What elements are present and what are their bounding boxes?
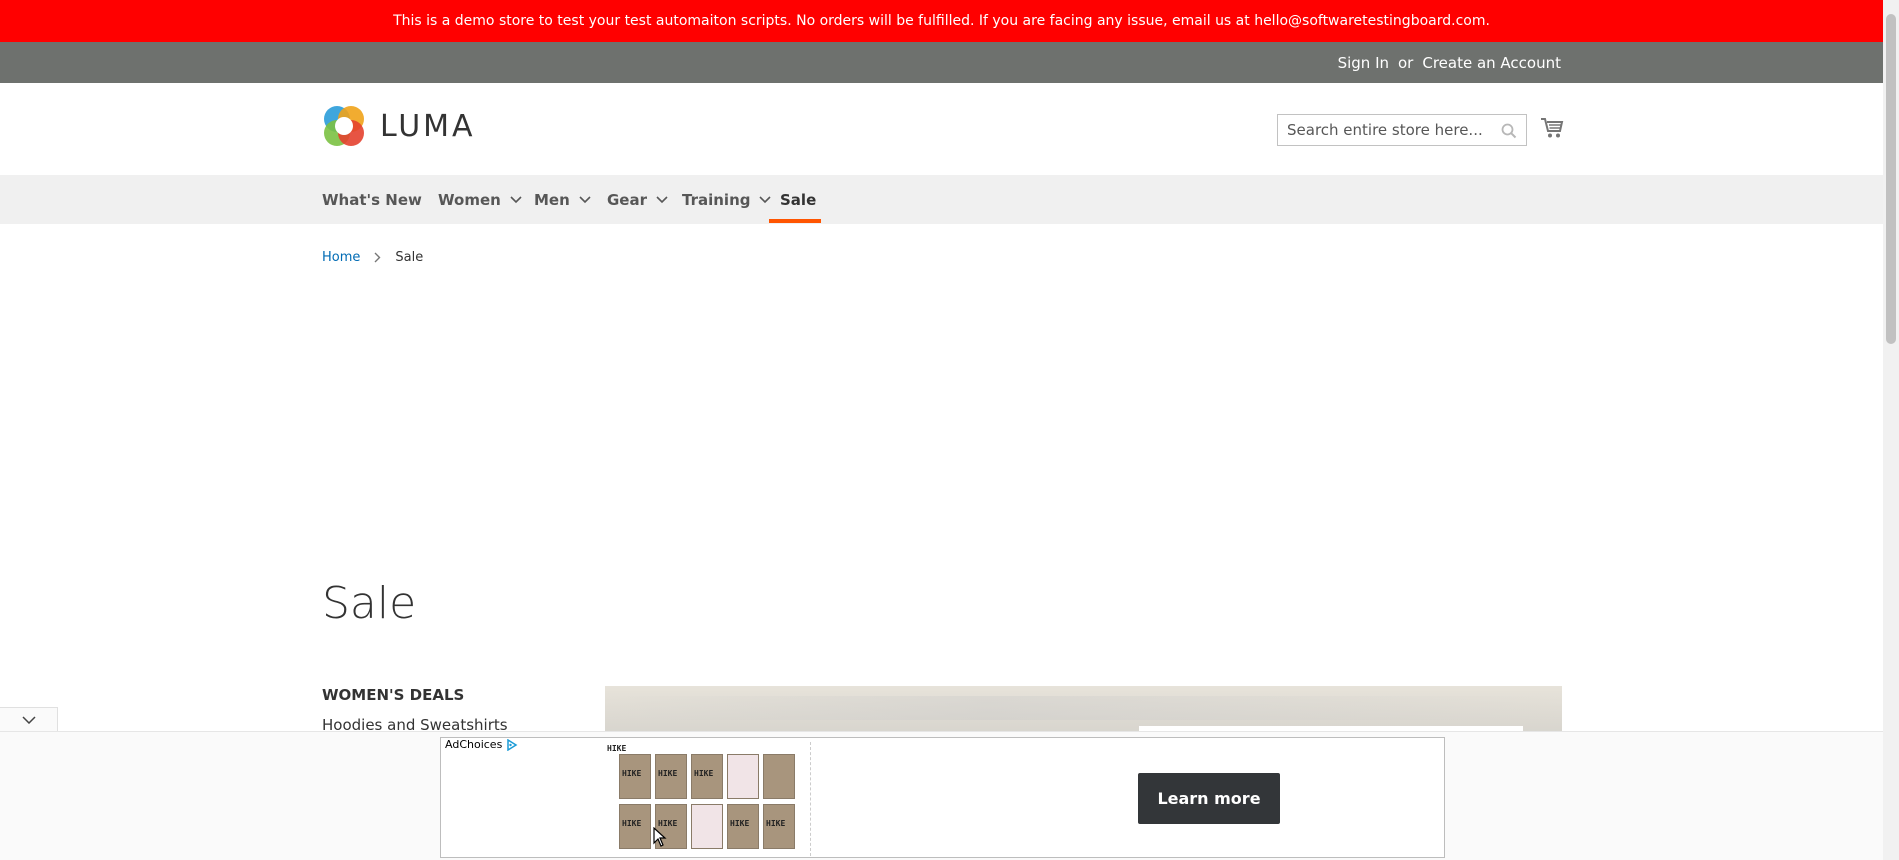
ad-product-cell xyxy=(763,754,795,799)
ad-product-cell: HIKE xyxy=(727,804,759,849)
sign-in-link[interactable]: Sign In xyxy=(1338,54,1389,72)
ad-product-tag: HIKE xyxy=(607,744,627,753)
panel-header: Sign In or Create an Account xyxy=(0,42,1883,83)
demo-notice-text: This is a demo store to test your test a… xyxy=(393,13,1490,29)
page-title: Sale xyxy=(322,578,417,629)
breadcrumb-current: Sale xyxy=(395,250,424,265)
scrollbar-thumb[interactable] xyxy=(1886,14,1896,344)
account-links: Sign In or Create an Account xyxy=(1338,42,1561,83)
cart-icon[interactable] xyxy=(1540,117,1564,139)
ad-frame[interactable]: AdChoices HIKE HIKE HIKE HIKE HIKE HIKE … xyxy=(440,737,1445,858)
chevron-down-icon xyxy=(759,195,772,203)
breadcrumb: Home Sale xyxy=(322,250,423,265)
nav-item-label: Women xyxy=(438,190,501,209)
luma-logo-icon xyxy=(324,106,364,146)
nav-item-label: Gear xyxy=(607,190,648,209)
sidebar-section-title: WOMEN'S DEALS xyxy=(322,686,465,704)
mouse-cursor-icon xyxy=(653,827,667,847)
nav-item-sale[interactable]: Sale xyxy=(780,175,816,224)
demo-notice-banner: This is a demo store to test your test a… xyxy=(0,0,1883,42)
ad-product-cell: HIKE xyxy=(619,804,651,849)
chevron-down-icon xyxy=(21,716,36,724)
promo-image-sky xyxy=(605,696,1562,720)
ad-bar: AdChoices HIKE HIKE HIKE HIKE HIKE HIKE … xyxy=(0,731,1883,860)
chevron-down-icon xyxy=(656,195,668,203)
ad-product-cell: HIKE xyxy=(655,754,687,799)
ad-collapse-button[interactable] xyxy=(0,707,58,732)
adchoices-icon xyxy=(507,738,518,751)
nav-item-label: What's New xyxy=(322,190,422,209)
search-icon[interactable] xyxy=(1501,123,1517,139)
adchoices-label[interactable]: AdChoices xyxy=(445,738,518,751)
nav-item-gear[interactable]: Gear xyxy=(607,175,668,224)
page-scrollbar[interactable] xyxy=(1883,0,1899,860)
chevron-down-icon xyxy=(579,195,591,203)
or-text: or xyxy=(1398,53,1414,72)
nav-item-men[interactable]: Men xyxy=(534,175,591,224)
nav-item-label: Sale xyxy=(780,190,817,209)
main-navigation: What's New Women Men Gear Training Sale xyxy=(0,175,1883,224)
ad-product-image[interactable]: HIKE HIKE HIKE HIKE HIKE HIKE HIKE HIKE xyxy=(605,742,811,856)
logo-text: LUMA xyxy=(380,108,476,144)
ad-product-cell: HIKE xyxy=(691,754,723,799)
create-account-link[interactable]: Create an Account xyxy=(1422,54,1561,72)
breadcrumb-home-link[interactable]: Home xyxy=(322,250,360,265)
ad-product-cell xyxy=(727,754,759,799)
nav-item-label: Men xyxy=(534,190,570,209)
nav-item-women[interactable]: Women xyxy=(438,175,522,224)
ad-product-cell: HIKE xyxy=(763,804,795,849)
store-logo[interactable]: LUMA xyxy=(322,104,476,148)
search-input[interactable] xyxy=(1278,115,1526,145)
search-box xyxy=(1277,114,1527,146)
nav-active-indicator xyxy=(769,219,821,223)
nav-item-training[interactable]: Training xyxy=(682,175,772,224)
nav-item-label: Training xyxy=(682,190,751,209)
chevron-right-icon xyxy=(374,252,381,263)
learn-more-button[interactable]: Learn more xyxy=(1138,773,1280,824)
nav-item-whats-new[interactable]: What's New xyxy=(322,175,422,224)
ad-product-cell xyxy=(691,804,723,849)
adchoices-text: AdChoices xyxy=(445,738,503,751)
ad-product-cell: HIKE xyxy=(619,754,651,799)
chevron-down-icon xyxy=(510,195,522,203)
